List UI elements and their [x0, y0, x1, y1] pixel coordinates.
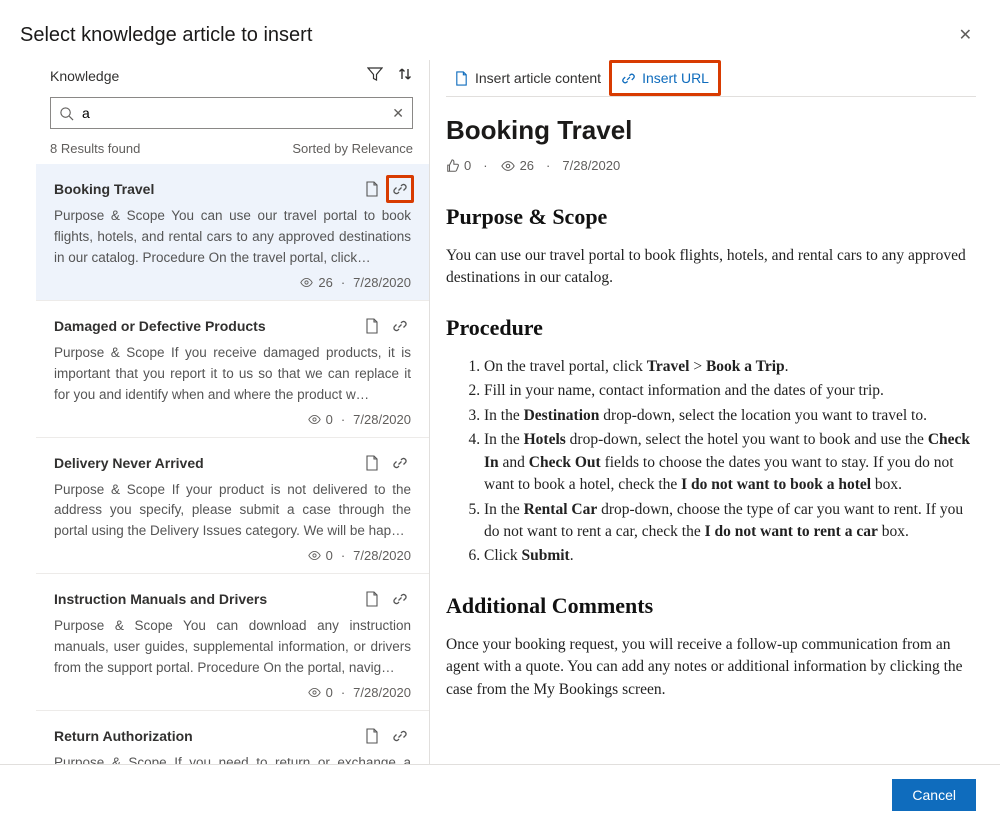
heading-procedure: Procedure	[446, 312, 976, 344]
result-footer: 0·7/28/2020	[54, 548, 411, 563]
article-body: Purpose & Scope You can use our travel p…	[446, 201, 976, 701]
insert-content-icon[interactable]	[361, 725, 383, 747]
insert-url-icon[interactable]	[389, 588, 411, 610]
document-icon	[454, 71, 469, 86]
heading-purpose: Purpose & Scope	[446, 201, 976, 233]
insert-url-icon[interactable]	[389, 452, 411, 474]
knowledge-panel: Knowledge ✕ 8 Results found Sorted by Re	[20, 60, 430, 764]
result-footer: 26·7/28/2020	[54, 275, 411, 290]
result-title: Booking Travel	[54, 181, 154, 197]
knowledge-label: Knowledge	[50, 68, 119, 84]
result-views: 0	[307, 412, 333, 427]
result-title: Damaged or Defective Products	[54, 318, 266, 334]
insert-url-icon[interactable]	[389, 725, 411, 747]
results-count: 8 Results found	[50, 141, 140, 156]
result-title: Return Authorization	[54, 728, 193, 744]
procedure-steps: On the travel portal, click Travel > Boo…	[446, 356, 976, 568]
link-icon	[621, 71, 636, 86]
article-title: Booking Travel	[446, 115, 976, 146]
result-views: 26	[299, 275, 332, 290]
result-snippet: Purpose & Scope If your product is not d…	[54, 480, 411, 543]
heading-additional: Additional Comments	[446, 590, 976, 622]
result-card[interactable]: Delivery Never Arrived Purpose & Scope If…	[36, 438, 429, 575]
dialog: Select knowledge article to insert ✕ Kno…	[0, 0, 1000, 825]
result-date: 7/28/2020	[353, 548, 411, 563]
result-date: 7/28/2020	[353, 275, 411, 290]
filter-icon[interactable]	[367, 66, 383, 85]
article-date: 7/28/2020	[562, 158, 620, 173]
result-card[interactable]: Booking Travel Purpose & Scope You can us…	[36, 164, 429, 301]
results-list[interactable]: Booking Travel Purpose & Scope You can us…	[36, 164, 429, 764]
result-card[interactable]: Damaged or Defective Products Purpose & S…	[36, 301, 429, 438]
close-icon[interactable]: ✕	[955, 24, 976, 48]
result-card[interactable]: Return Authorization Purpose & Scope If y…	[36, 711, 429, 764]
sort-icon[interactable]	[397, 66, 413, 85]
sorted-by: Sorted by Relevance	[292, 141, 413, 156]
result-views: 0	[307, 548, 333, 563]
insert-content-icon[interactable]	[361, 178, 383, 200]
clear-icon[interactable]: ✕	[392, 105, 404, 122]
p-purpose: You can use our travel portal to book fl…	[446, 245, 976, 290]
result-snippet: Purpose & Scope You can use our travel p…	[54, 206, 411, 269]
insert-url-icon[interactable]	[389, 178, 411, 200]
like-icon	[446, 159, 460, 173]
search-input[interactable]	[82, 105, 384, 121]
result-snippet: Purpose & Scope If you receive damaged p…	[54, 343, 411, 406]
result-footer: 0·7/28/2020	[54, 412, 411, 427]
insert-content-icon[interactable]	[361, 315, 383, 337]
result-footer: 0·7/28/2020	[54, 685, 411, 700]
insert-content-button[interactable]: Insert article content	[446, 66, 609, 90]
dialog-header: Select knowledge article to insert ✕	[0, 0, 1000, 60]
insert-url-button[interactable]: Insert URL	[613, 66, 717, 90]
result-date: 7/28/2020	[353, 412, 411, 427]
result-card[interactable]: Instruction Manuals and Drivers Purpose &…	[36, 574, 429, 711]
result-title: Instruction Manuals and Drivers	[54, 591, 267, 607]
insert-content-icon[interactable]	[361, 452, 383, 474]
p-additional: Once your booking request, you will rece…	[446, 634, 976, 701]
result-snippet: Purpose & Scope If you need to return or…	[54, 753, 411, 764]
dialog-footer: Cancel	[0, 764, 1000, 825]
likes: 0	[446, 158, 471, 173]
result-views: 0	[307, 685, 333, 700]
search-input-wrap[interactable]: ✕	[50, 97, 413, 129]
result-title: Delivery Never Arrived	[54, 455, 204, 471]
cancel-button[interactable]: Cancel	[892, 779, 976, 811]
dialog-title: Select knowledge article to insert	[20, 24, 312, 47]
result-date: 7/28/2020	[353, 685, 411, 700]
search-icon	[59, 106, 74, 121]
eye-icon	[500, 159, 516, 173]
result-snippet: Purpose & Scope You can download any ins…	[54, 616, 411, 679]
article-meta: 0 · 26 · 7/28/2020	[446, 158, 976, 173]
insert-content-icon[interactable]	[361, 588, 383, 610]
insert-url-icon[interactable]	[389, 315, 411, 337]
article-preview: Insert article content Insert URL Bookin…	[430, 60, 1000, 764]
views: 26	[500, 158, 534, 173]
